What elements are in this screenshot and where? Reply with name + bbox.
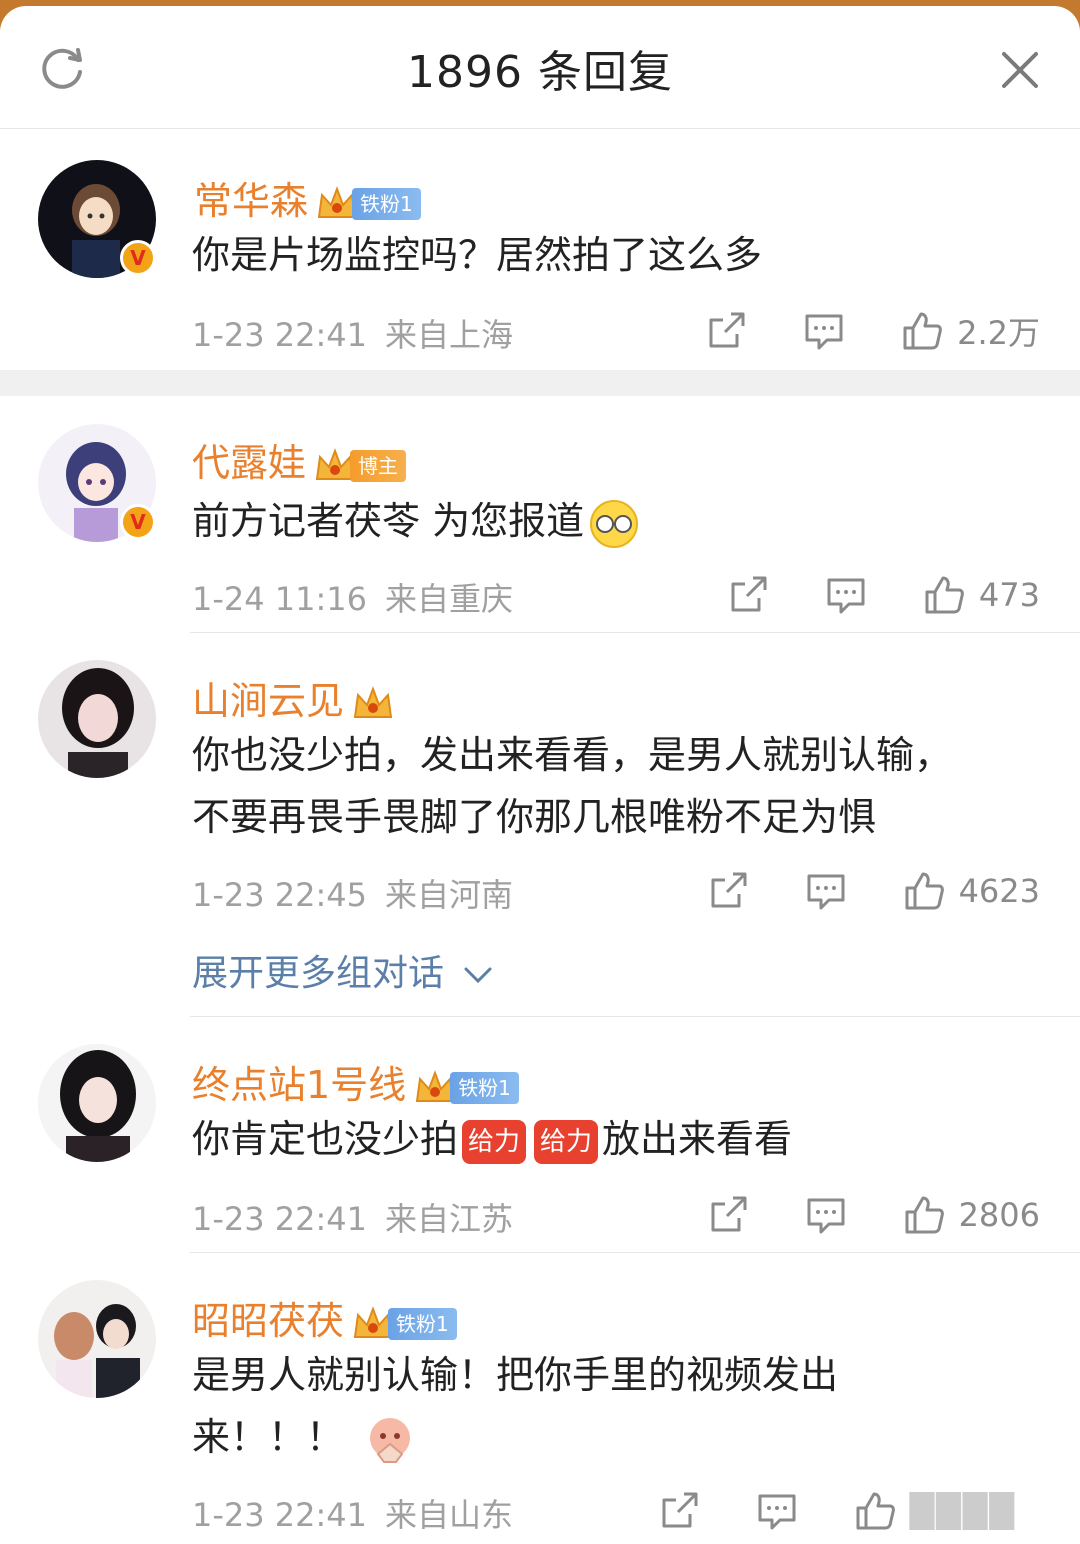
comment-actions: 2806 [651, 1190, 1040, 1240]
comment-actions: ████ [602, 1486, 1016, 1536]
comment-icon[interactable] [805, 870, 847, 912]
comment-text: 你也没少拍，发出来看看，是男人就别认输， 不要再畏手畏脚了你那几根唯粉不足为惧 [192, 733, 953, 839]
verified-badge-icon: V [120, 504, 156, 540]
like-icon[interactable] [923, 574, 965, 616]
expand-more-link[interactable]: 展开更多组对话 [192, 944, 493, 996]
comment-location: 来自重庆 [385, 580, 514, 618]
fan-badge: 铁粉1 [352, 187, 421, 220]
share-icon[interactable] [707, 1194, 749, 1236]
reply-sheet: 1896 条回复 V 常华森铁粉1 你是片场监控吗？居然拍了这么多 1-23 [0, 6, 1080, 1544]
share-icon[interactable] [658, 1490, 700, 1532]
like-count: 2.2万 [957, 314, 1040, 352]
avatar[interactable]: V [38, 160, 156, 278]
crown-icon [353, 685, 393, 718]
share-icon[interactable] [727, 574, 769, 616]
username[interactable]: 常华森 铁粉1 [194, 170, 421, 225]
comment-actions: 2.2万 [649, 306, 1040, 356]
close-icon[interactable] [1000, 50, 1040, 90]
avatar[interactable]: V [38, 424, 156, 542]
chevron-down-icon [464, 967, 492, 984]
username[interactable]: 昭昭茯茯 铁粉1 [192, 1290, 457, 1345]
page-title: 1896 条回复 [407, 47, 673, 98]
comment-text: 前方记者茯苓 为您报道 [192, 490, 1052, 552]
geili-emoji-icon: 给力 [534, 1119, 599, 1164]
divider [190, 1252, 1080, 1253]
comment-location: 来自上海 [385, 316, 514, 354]
comment-meta: 1-23 22:41 来自上海 [192, 310, 513, 356]
comment-meta: 1-23 22:41 来自山东 [192, 1490, 513, 1536]
like-icon[interactable] [854, 1490, 896, 1532]
fan-badge: 铁粉1 [450, 1071, 519, 1104]
like-count-obscured: ████ [909, 1492, 1016, 1530]
comment-text: 是男人就别认输！把你手里的视频发出 来！！！ [192, 1344, 1052, 1468]
comment-meta: 1-23 22:45 来自河南 [192, 870, 513, 916]
comment-actions: 473 [671, 570, 1040, 620]
comment-icon[interactable] [825, 574, 867, 616]
comment-actions: 4623 [651, 866, 1040, 916]
comment-text: 你是片场监控吗？居然拍了这么多 [192, 233, 763, 277]
geili-emoji-icon: 给力 [462, 1119, 527, 1164]
avatar[interactable] [38, 1280, 156, 1398]
comment-meta: 1-23 22:41 来自江苏 [192, 1194, 513, 1240]
comment-text: 你肯定也没少拍 给力 给力 放出来看看 [192, 1108, 1052, 1170]
comment-icon[interactable] [803, 310, 845, 352]
like-icon[interactable] [903, 1194, 945, 1236]
username[interactable]: 山涧云见 [192, 670, 394, 725]
comment-date: 1-24 11:16 [192, 580, 368, 618]
comment-location: 来自河南 [385, 876, 514, 914]
comment-date: 1-23 22:41 [192, 1496, 368, 1534]
comment-location: 来自山东 [385, 1496, 514, 1534]
fan-badge: 铁粉1 [388, 1307, 457, 1340]
comment-date: 1-23 22:45 [192, 876, 368, 914]
comment-date: 1-23 22:41 [192, 316, 368, 354]
emoji-icon [370, 1417, 411, 1463]
like-count: 473 [978, 576, 1040, 614]
like-count: 2806 [958, 1196, 1040, 1234]
username[interactable]: 终点站1号线 铁粉1 [192, 1054, 519, 1109]
comment-icon[interactable] [805, 1194, 847, 1236]
comment-date: 1-23 22:41 [192, 1200, 368, 1238]
like-count: 4623 [958, 872, 1040, 910]
avatar[interactable] [38, 1044, 156, 1162]
verified-badge-icon: V [120, 240, 156, 276]
fan-badge: 博主 [350, 449, 407, 482]
like-icon[interactable] [901, 310, 943, 352]
comment-icon[interactable] [756, 1490, 798, 1532]
like-icon[interactable] [903, 870, 945, 912]
comment-location: 来自江苏 [385, 1200, 514, 1238]
comment-meta: 1-24 11:16 来自重庆 [192, 574, 513, 620]
section-gap [0, 370, 1080, 396]
share-icon[interactable] [705, 310, 747, 352]
divider [190, 632, 1080, 633]
share-icon[interactable] [707, 870, 749, 912]
emoji-icon [590, 499, 639, 548]
username[interactable]: 代露娃 博主 [192, 432, 407, 487]
avatar[interactable] [38, 660, 156, 778]
top-bar: 1896 条回复 [0, 6, 1080, 129]
divider [190, 1016, 1080, 1017]
